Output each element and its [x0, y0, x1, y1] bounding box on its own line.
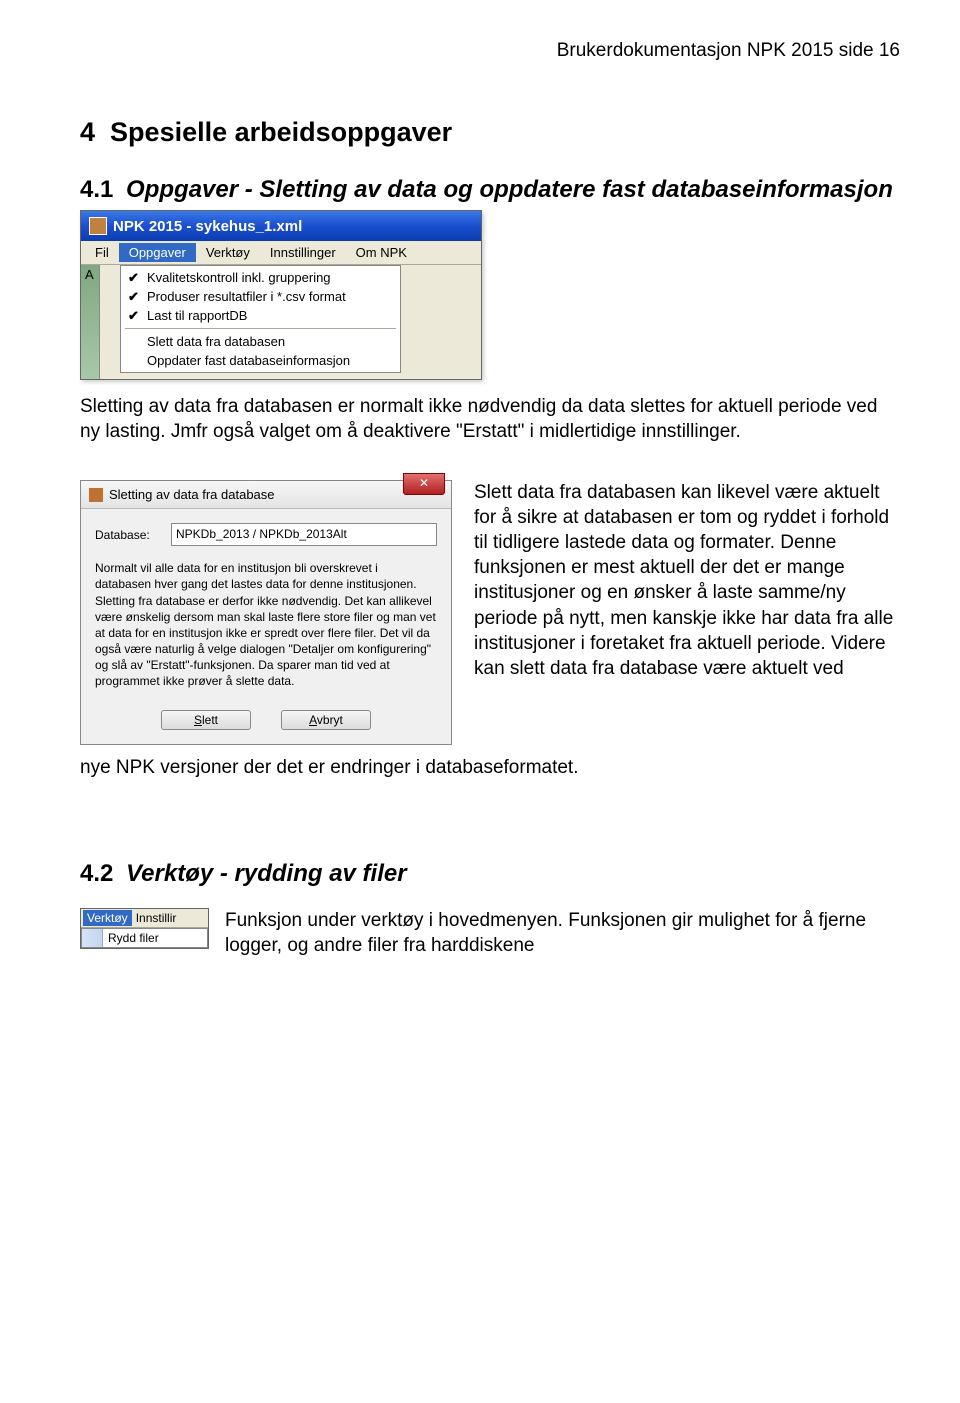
screenshot-verktoy-menu: Verktøy Innstillir Rydd filer [80, 908, 209, 949]
menu-om-npk[interactable]: Om NPK [346, 243, 417, 262]
app-icon [89, 217, 107, 235]
dropdown-verktoy: Rydd filer [81, 928, 208, 948]
heading-num: 4 [80, 117, 95, 147]
menu-item-label: Slett data fra databasen [147, 334, 285, 349]
heading-section-4-1: 4.1 Oppgaver - Sletting av data og oppda… [80, 176, 900, 204]
menu-fil[interactable]: Fil [85, 243, 119, 262]
side-letter: A [81, 265, 99, 284]
heading-num: 4.2 [80, 860, 113, 887]
menu-item-last-rapportdb[interactable]: ✔ Last til rapportDB [121, 306, 400, 325]
check-icon: ✔ [128, 270, 139, 286]
menu-item-label: Last til rapportDB [147, 308, 247, 323]
menu-item-label: Oppdater fast databaseinformasjon [147, 353, 350, 368]
database-input[interactable]: NPKDb_2013 / NPKDb_2013Alt [171, 523, 437, 546]
window-title: NPK 2015 - sykehus_1.xml [113, 218, 302, 235]
page-header: Brukerdokumentasjon NPK 2015 side 16 [80, 40, 900, 62]
menu-item-kvalitetskontroll[interactable]: ✔ Kvalitetskontroll inkl. gruppering [121, 268, 400, 287]
side-strip: A [81, 265, 100, 379]
app-icon [89, 488, 103, 502]
menu-verktoy[interactable]: Verktøy [196, 243, 260, 262]
close-button[interactable]: ✕ [403, 473, 445, 495]
database-label: Database: [95, 527, 171, 543]
menu-item-oppdater-dbinfo[interactable]: Oppdater fast databaseinformasjon [121, 351, 400, 370]
dialog-info-text: Normalt vil alle data for en institusjon… [95, 560, 437, 690]
screenshot-oppgaver-menu: NPK 2015 - sykehus_1.xml Fil Oppgaver Ve… [80, 210, 482, 380]
window-title-bar: NPK 2015 - sykehus_1.xml [81, 211, 481, 241]
dropdown-oppgaver: ✔ Kvalitetskontroll inkl. gruppering ✔ Pro… [120, 265, 401, 373]
menu-item-produser-csv[interactable]: ✔ Produser resultatfiler i *.csv format [121, 287, 400, 306]
heading-text: Spesielle arbeidsoppgaver [110, 117, 452, 147]
menu-innstillinger-cut[interactable]: Innstillir [132, 910, 181, 926]
dialog-body: Database: NPKDb_2013 / NPKDb_2013Alt Nor… [81, 509, 451, 700]
menu-bar: Fil Oppgaver Verktøy Innstillinger Om NP… [81, 241, 481, 265]
separator [125, 328, 396, 329]
check-icon: ✔ [128, 308, 139, 324]
heading-text: Oppgaver - Sletting av data og oppdatere… [126, 176, 893, 203]
dialog-title-bar: Sletting av data fra database ✕ [81, 481, 451, 509]
menu-item-label: Produser resultatfiler i *.csv format [147, 289, 346, 304]
heading-text: Verktøy - rydding av filer [126, 860, 407, 887]
paragraph-1: Sletting av data fra databasen er normal… [80, 394, 900, 444]
paragraph-2b: nye NPK versjoner der det er endringer i… [80, 755, 900, 780]
avbryt-button[interactable]: Avbryt [281, 710, 371, 730]
menu-oppgaver[interactable]: Oppgaver [119, 243, 196, 262]
screenshot-slett-dialog: Sletting av data fra database ✕ Database… [80, 480, 452, 745]
menu-bar: Verktøy Innstillir [81, 909, 208, 928]
button-label-rest: vbryt [317, 713, 343, 727]
paragraph-3: Funksjon under verktøy i hovedmenyen. Fu… [225, 908, 900, 958]
slett-button[interactable]: Slett [161, 710, 251, 730]
check-icon: ✔ [128, 289, 139, 305]
menu-innstillinger[interactable]: Innstillinger [260, 243, 346, 262]
heading-num: 4.1 [80, 176, 113, 203]
heading-section-4-2: 4.2 Verktøy - rydding av filer [80, 860, 900, 888]
button-label-rest: lett [202, 713, 218, 727]
menu-item-slett-data[interactable]: Slett data fra databasen [121, 332, 400, 351]
menu-verktoy[interactable]: Verktøy [83, 910, 132, 926]
menu-item-rydd-filer[interactable]: Rydd filer [82, 930, 207, 946]
menu-item-label: Kvalitetskontroll inkl. gruppering [147, 270, 331, 285]
dialog-title: Sletting av data fra database [109, 487, 275, 502]
paragraph-2a: Slett data fra databasen kan likevel vær… [474, 480, 900, 681]
heading-section-4: 4 Spesielle arbeidsoppgaver [80, 117, 900, 148]
